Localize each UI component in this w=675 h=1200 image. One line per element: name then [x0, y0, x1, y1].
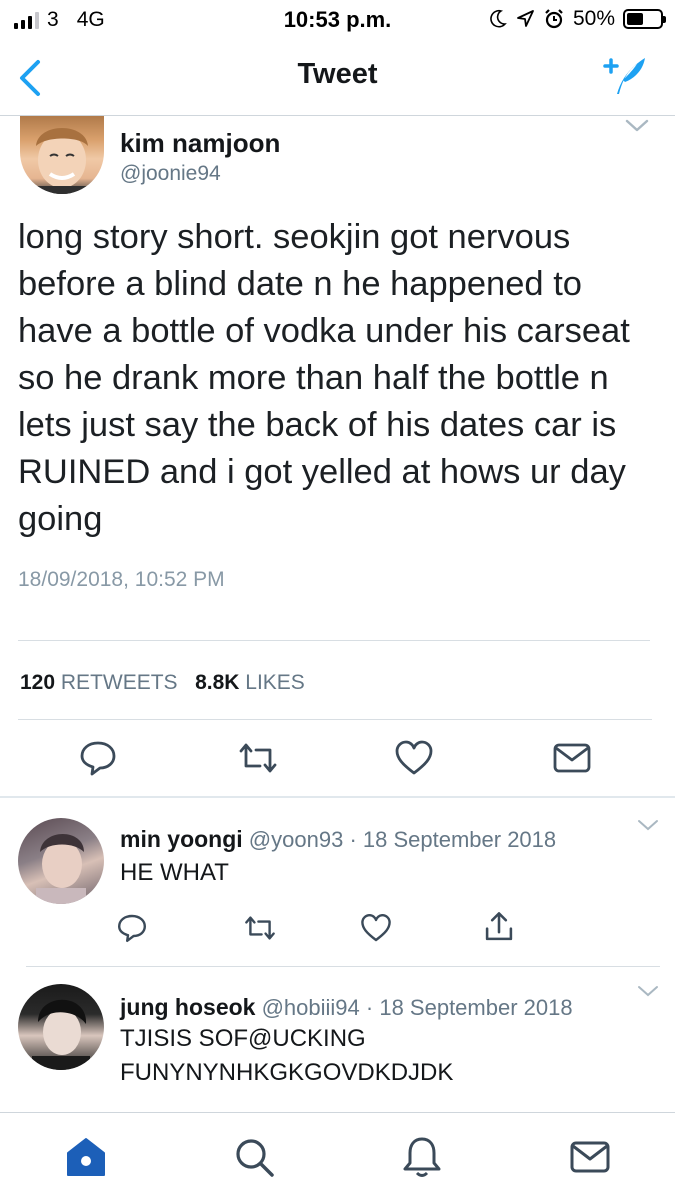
chevron-down-icon[interactable] [637, 984, 659, 998]
avatar[interactable] [20, 116, 104, 194]
tweet-text: long story short. seokjin got nervous be… [18, 218, 630, 538]
battery-percent: 50% [572, 7, 615, 30]
home-icon[interactable] [64, 1135, 108, 1179]
tweet-stats: 120 RETWEETS 8.8K LIKES [20, 671, 305, 695]
reply-icon[interactable] [116, 912, 148, 944]
chevron-down-icon[interactable] [625, 118, 649, 134]
author-handle[interactable]: @joonie94 [120, 162, 221, 186]
avatar[interactable] [18, 984, 104, 1070]
retweets-label[interactable]: RETWEETS [61, 671, 178, 694]
avatar-image [32, 999, 90, 1070]
reply-separator: · [349, 827, 357, 852]
author-name[interactable]: kim namjoon [120, 128, 280, 159]
reply-date: 18 September 2018 [379, 995, 573, 1020]
likes-count[interactable]: 8.8K [195, 671, 239, 694]
status-bar: 3 4G 10:53 p.m. 50% [0, 0, 675, 40]
heart-icon[interactable] [360, 912, 392, 944]
reply-text: TJISIS SOF@UCKING FUNYNYNHKGKGOVDKDJDK [120, 1022, 453, 1090]
avatar[interactable] [18, 818, 104, 904]
message-icon[interactable] [552, 738, 592, 778]
reply-text-line: FUNYNYNHKGKGOVDKDJDK [120, 1059, 454, 1086]
chevron-down-icon[interactable] [637, 818, 659, 832]
tab-bar [0, 1112, 675, 1200]
location-arrow-icon [517, 10, 534, 27]
heart-icon[interactable] [394, 738, 434, 778]
reply-text: HE WHAT [120, 859, 229, 886]
tweet-actions [0, 728, 675, 788]
reply-author-handle[interactable]: @hobiii94 [262, 995, 360, 1020]
divider [18, 719, 652, 720]
avatar-image [36, 834, 86, 904]
tweet-timestamp: 18/09/2018, 10:52 PM [18, 568, 225, 591]
divider [26, 966, 660, 967]
notifications-icon[interactable] [400, 1135, 444, 1179]
reply-separator: · [365, 995, 374, 1020]
reply-text-line: TJISIS SOF@UCKING [120, 1025, 366, 1052]
battery-icon [623, 9, 666, 29]
compose-tweet-icon[interactable] [603, 54, 649, 98]
retweets-count[interactable]: 120 [20, 671, 55, 694]
reply-author-name[interactable]: min yoongi [120, 826, 243, 852]
messages-icon[interactable] [568, 1135, 612, 1179]
avatar-image [20, 128, 104, 194]
divider [18, 640, 650, 641]
page-title: Tweet [297, 58, 378, 90]
likes-label[interactable]: LIKES [245, 671, 305, 694]
search-icon[interactable] [232, 1135, 276, 1179]
reply-header: jung hoseok @hobiii94 · 18 September 201… [120, 994, 573, 1021]
divider [0, 796, 675, 798]
reply-date: 18 September 2018 [362, 827, 557, 852]
retweet-icon[interactable] [244, 912, 276, 944]
status-right: 50% [489, 7, 666, 31]
reply-author-handle[interactable]: @yoon93 [249, 827, 344, 852]
reply-header: min yoongi @yoon93 · 18 September 2018 [120, 826, 556, 853]
alarm-icon [545, 9, 563, 29]
reply-icon[interactable] [78, 738, 118, 778]
retweet-icon[interactable] [238, 738, 278, 778]
do-not-disturb-icon [490, 9, 507, 28]
nav-bar: Tweet [0, 40, 675, 116]
reply-author-name[interactable]: jung hoseok [120, 994, 255, 1020]
share-icon[interactable] [482, 910, 516, 944]
